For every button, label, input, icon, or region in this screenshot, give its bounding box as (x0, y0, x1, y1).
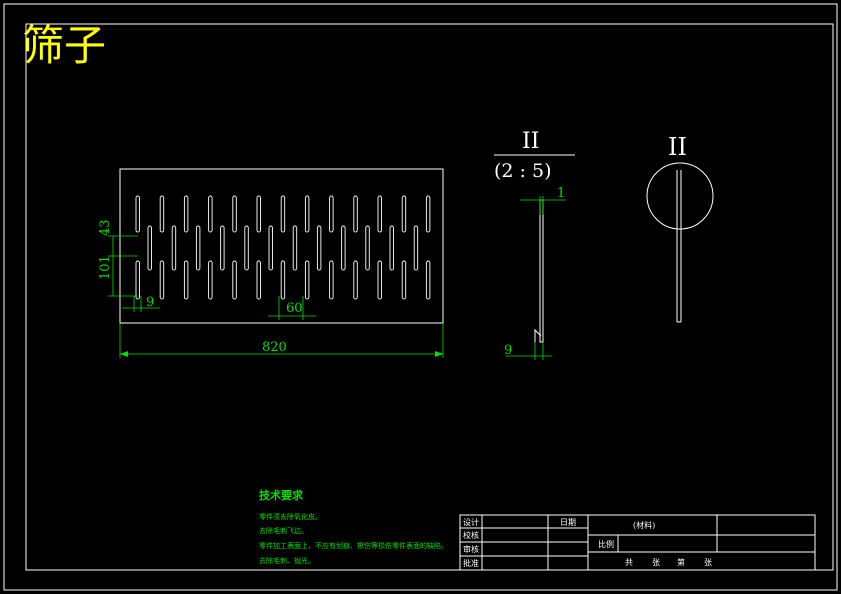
slot (195, 225, 201, 271)
slot (401, 260, 407, 300)
slot (316, 225, 322, 271)
dim-height-full: 101 (98, 255, 113, 280)
slot (280, 195, 286, 233)
title-block: 设计 校核 审核 批准 日期 (材料) 比例 共 张 第 张 (459, 514, 816, 571)
plate-outline (119, 168, 444, 324)
slot (280, 260, 286, 300)
drawing-title: 筛子 (22, 21, 106, 70)
tech-requirements: 技术要求 零件须去除氧化皮。 去除毛刺飞边。 零件加工表面上，不应有划痕、擦伤等… (259, 488, 448, 565)
dim-pitch: 60 (286, 301, 303, 316)
drawing-sheet: 筛子 43 101 9 60 820 II (2 : 5) 1 9 II 技术要… (3, 3, 838, 591)
dim-length: 820 (262, 340, 287, 355)
sheet-label: 第 (677, 557, 685, 567)
slot (244, 225, 249, 271)
slot (329, 260, 334, 300)
slot (135, 260, 140, 300)
slot (365, 225, 370, 271)
slot (256, 195, 261, 233)
tech-item: 去除毛刺飞边。 (259, 526, 308, 535)
slot (171, 225, 177, 271)
slot (208, 195, 213, 233)
row-label: 设计 (463, 517, 479, 527)
dim-thickness: 1 (557, 186, 565, 201)
sheet-label: 张 (704, 558, 712, 567)
slot (268, 225, 273, 271)
tech-item: 零件加工表面上，不应有划痕、擦伤等损伤零件表面的缺陷。 (259, 541, 448, 550)
slot (256, 260, 261, 300)
side-view-label: II (522, 129, 539, 154)
material-label: (材料) (633, 520, 655, 530)
side-plate (539, 199, 544, 343)
scale-label: 比例 (598, 539, 614, 549)
detail-view: II (646, 133, 714, 323)
slot (425, 195, 431, 233)
date-label: 日期 (560, 518, 576, 527)
slot (135, 195, 140, 233)
tech-item: 去除毛刺、抛光。 (259, 556, 315, 565)
outer-border (3, 3, 838, 591)
slot (292, 225, 298, 271)
slot (232, 195, 237, 233)
side-view: II (2 : 5) 1 9 (494, 129, 575, 360)
slot-pattern (135, 195, 431, 300)
sheet-label: 共 (625, 558, 633, 567)
arrowhead (435, 351, 443, 357)
row-label: 批准 (463, 558, 479, 568)
tech-heading: 技术要求 (259, 488, 304, 502)
dim-height-top: 43 (98, 219, 113, 236)
slot (377, 260, 382, 300)
dim-bottom: 9 (504, 343, 512, 358)
slot (329, 195, 334, 233)
slot (401, 195, 407, 233)
slot (304, 195, 310, 233)
row-label: 审核 (463, 544, 479, 554)
side-view-scale: (2 : 5) (494, 160, 551, 182)
row-label: 校核 (463, 530, 479, 540)
slot (183, 195, 189, 233)
plate-view: 43 101 9 60 820 (98, 168, 444, 358)
slot (208, 260, 213, 300)
slot (304, 260, 310, 300)
slot (232, 260, 237, 300)
slot (389, 225, 394, 271)
slot (413, 225, 419, 271)
slot (377, 195, 382, 233)
slot (183, 260, 189, 300)
slot (147, 225, 152, 271)
arrowhead (120, 351, 128, 357)
slot (159, 195, 165, 233)
slot (353, 195, 358, 233)
slot (220, 225, 225, 271)
dim-slot-width: 9 (146, 295, 154, 310)
slot (425, 260, 431, 300)
detail-view-label: II (668, 133, 687, 161)
slot (159, 260, 165, 300)
slot (341, 225, 346, 271)
tech-item: 零件须去除氧化皮。 (259, 512, 322, 521)
detail-circle (646, 162, 714, 230)
sheet-label: 张 (652, 558, 660, 567)
slot (353, 260, 358, 300)
